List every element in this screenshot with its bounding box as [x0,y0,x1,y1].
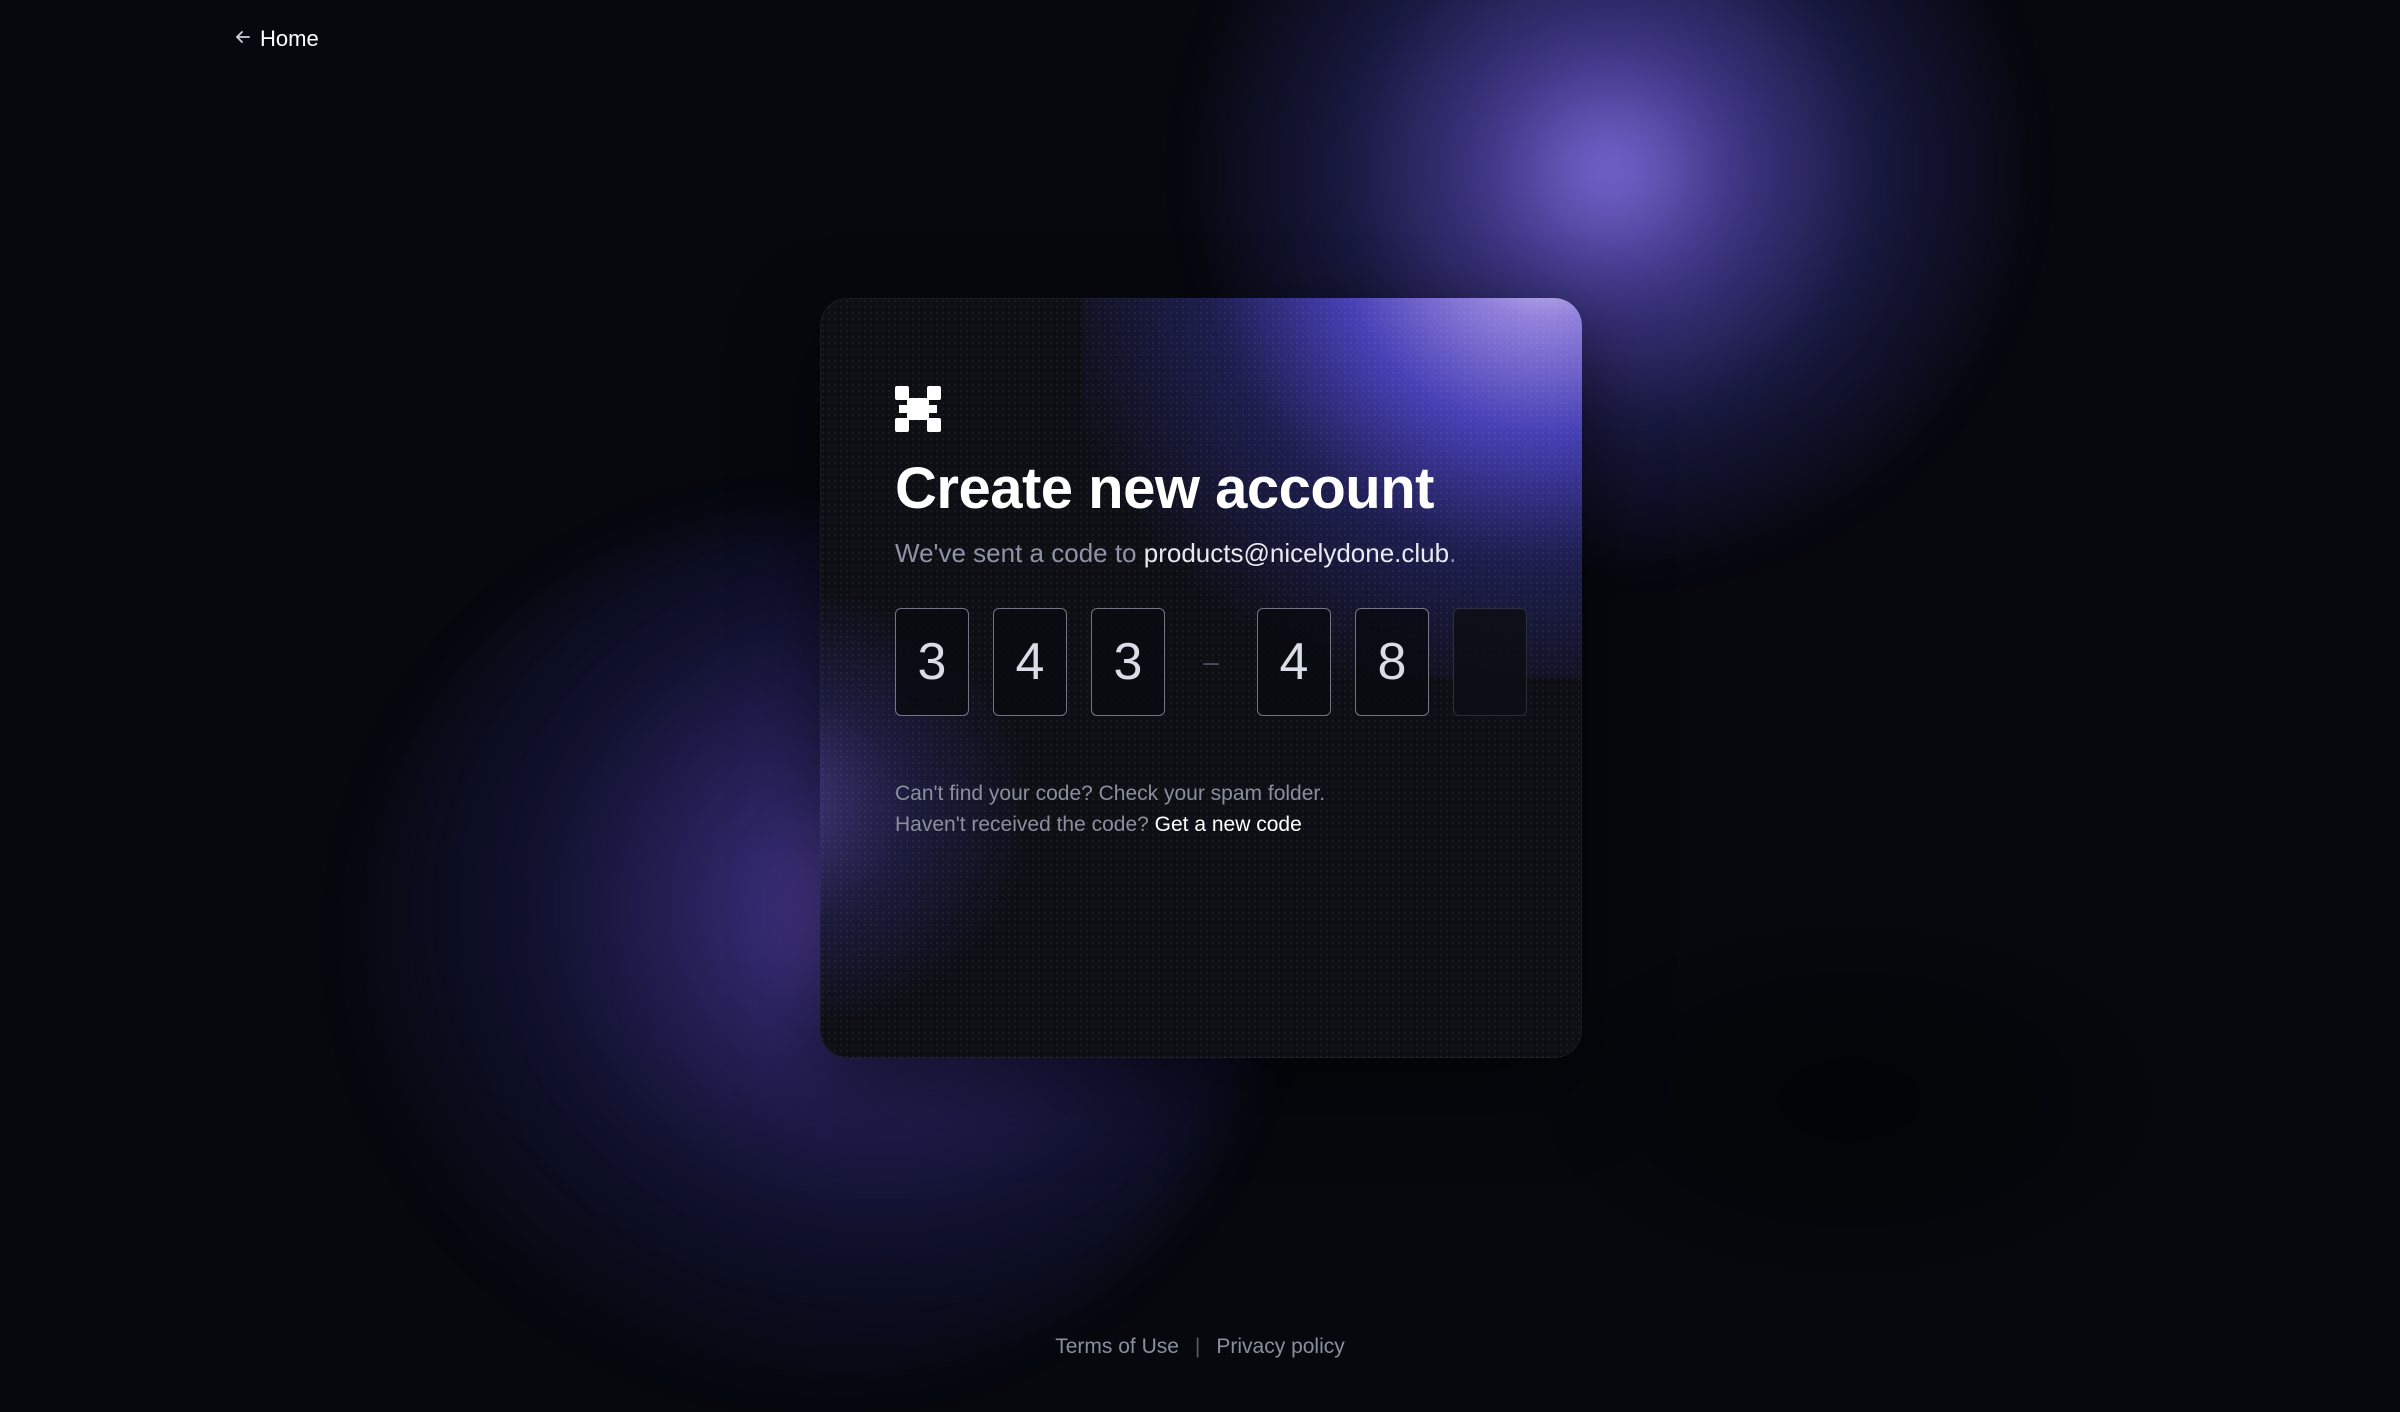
code-digit-3[interactable]: 3 [1091,608,1165,716]
code-sent-message: We've sent a code to products@nicelydone… [895,538,1522,569]
brand-logo-icon [895,386,1522,432]
footer: Terms of Use | Privacy policy [0,1335,2400,1359]
code-digit-2[interactable]: 4 [993,608,1067,716]
get-new-code-link[interactable]: Get a new code [1155,813,1302,836]
help-text: Can't find your code? Check your spam fo… [895,778,1325,840]
footer-separator: | [1194,1335,1201,1358]
resend-prompt: Haven't received the code? [895,813,1155,836]
home-link-label: Home [260,26,319,51]
terms-of-use-link[interactable]: Terms of Use [1055,1335,1179,1359]
code-digit-4[interactable]: 4 [1257,608,1331,716]
background-shadow [1500,900,2200,1300]
verification-card: Create new account We've sent a code to … [820,298,1582,1058]
code-digit-5[interactable]: 8 [1355,608,1429,716]
page: Home Create new account We've sent a cod… [0,0,2400,1412]
spam-folder-hint: Can't find your code? Check your spam fo… [895,782,1326,805]
resend-line: Haven't received the code? Get a new cod… [895,809,1325,840]
page-title: Create new account [895,456,1434,521]
arrow-left-icon [234,26,252,52]
home-back-link[interactable]: Home [234,26,319,52]
privacy-policy-link[interactable]: Privacy policy [1216,1335,1344,1359]
code-digit-6[interactable] [1453,608,1527,716]
email-address: products@nicelydone.club [1143,538,1450,568]
subtitle-suffix: . [1449,538,1457,568]
code-separator: – [1203,646,1219,677]
verification-code-input: 3 4 3 – 4 8 [895,608,1551,716]
subtitle-prefix: We've sent a code to [895,538,1144,568]
code-digit-1[interactable]: 3 [895,608,969,716]
card-header: Create new account We've sent a code to … [895,386,1522,569]
